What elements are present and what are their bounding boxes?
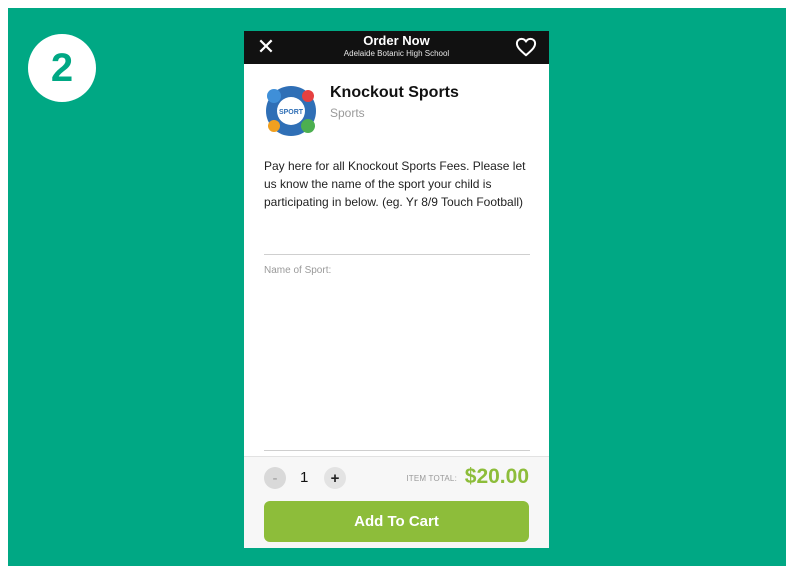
phone-screen: ✕ Order Now Adelaide Botanic High School… bbox=[244, 31, 549, 548]
item-total-value: $20.00 bbox=[464, 465, 529, 488]
quantity-decrease-button[interactable]: - bbox=[264, 467, 286, 489]
add-to-cart-button[interactable]: Add To Cart bbox=[264, 501, 529, 542]
order-footer: - 1 + ITEM TOTAL: $20.00 Add To Cart bbox=[244, 456, 549, 548]
vendor-logo: SPORT bbox=[264, 84, 318, 138]
school-name: Adelaide Botanic High School bbox=[343, 49, 450, 58]
sport-name-label: Name of Sport: bbox=[264, 265, 332, 276]
sport-name-input[interactable] bbox=[264, 281, 530, 449]
top-bar: ✕ Order Now Adelaide Botanic High School bbox=[244, 31, 549, 64]
vendor-category: Sports bbox=[330, 106, 365, 120]
divider bbox=[264, 254, 530, 255]
item-description: Pay here for all Knockout Sports Fees. P… bbox=[264, 159, 526, 209]
item-total-label: ITEM TOTAL: bbox=[406, 474, 457, 483]
quantity-increase-button[interactable]: + bbox=[324, 467, 346, 489]
heart-icon[interactable] bbox=[515, 37, 537, 57]
step-number-badge: 2 bbox=[28, 34, 96, 102]
vendor-name: Knockout Sports bbox=[330, 84, 459, 101]
quantity-value: 1 bbox=[300, 469, 309, 486]
page-title: Order Now bbox=[363, 33, 430, 48]
divider bbox=[264, 450, 530, 451]
vendor-logo-text: SPORT bbox=[279, 109, 304, 116]
